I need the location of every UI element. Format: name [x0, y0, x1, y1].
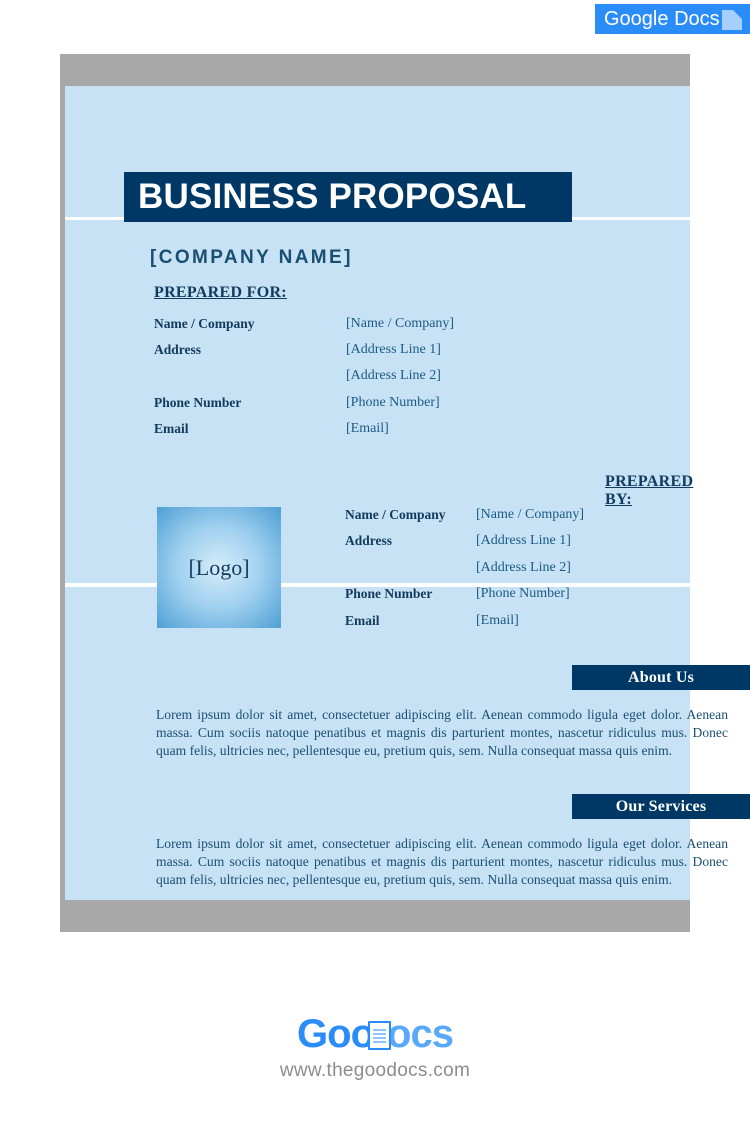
prepared-by-row: Email [Email]	[345, 613, 584, 639]
prepared-by-row: [Address Line 2]	[345, 560, 584, 586]
goodocs-logo-part-one: Goo	[297, 1012, 375, 1056]
prepared-for-row: [Address Line 2]	[154, 368, 454, 394]
page-title: BUSINESS PROPOSAL	[138, 177, 527, 216]
bottom-gray-band	[60, 900, 690, 932]
field-label: Name / Company	[154, 316, 255, 331]
google-docs-badge-google: Google	[604, 7, 669, 30]
section-header-about-us: About Us	[572, 665, 750, 690]
prepared-by-row: Address [Address Line 1]	[345, 533, 584, 559]
field-label: Name / Company	[345, 507, 446, 522]
field-label: Phone Number	[154, 394, 242, 410]
field-value[interactable]: [Address Line 2]	[346, 368, 441, 394]
section-title: About Us	[627, 668, 695, 686]
field-label	[345, 560, 476, 586]
prepared-for-row: Phone Number [Phone Number]	[154, 395, 454, 421]
prepared-for-row: Email [Email]	[154, 421, 454, 447]
prepared-by-row: Name / Company [Name / Company]	[345, 507, 584, 533]
field-label: Address	[154, 342, 202, 358]
goodocs-logo: Goo ocs	[297, 1010, 454, 1058]
section-title: Our Services	[615, 797, 707, 815]
prepared-for-fields: Name / Company [Name / Company] Address …	[154, 316, 454, 447]
field-value[interactable]: [Name / Company]	[476, 507, 584, 533]
field-label	[154, 368, 346, 394]
google-docs-badge-label: Google Docs	[604, 8, 720, 31]
google-docs-badge: Google Docs	[595, 4, 750, 34]
goodocs-logo-part-two: ocs	[387, 1012, 454, 1056]
page-fold-icon	[722, 10, 742, 30]
field-value[interactable]: [Name / Company]	[346, 316, 454, 342]
field-value[interactable]: [Email]	[476, 613, 519, 639]
document-title-bar: BUSINESS PROPOSAL	[124, 172, 572, 222]
prepared-for-row: Address [Address Line 1]	[154, 342, 454, 368]
section-header-our-services: Our Services	[572, 794, 750, 819]
logo-placeholder-label: [Logo]	[188, 554, 250, 580]
prepared-by-row: Phone Number [Phone Number]	[345, 586, 584, 612]
logo-placeholder-box[interactable]: [Logo]	[157, 507, 281, 628]
top-gray-band	[60, 54, 690, 86]
section-body-our-services[interactable]: Lorem ipsum dolor sit amet, consectetuer…	[156, 835, 728, 888]
field-label: Address	[345, 533, 393, 549]
goodocs-watermark: Goo ocs www.thegoodocs.com	[0, 1010, 750, 1082]
document-icon	[368, 1021, 392, 1050]
field-label: Email	[154, 420, 189, 436]
field-value[interactable]: [Phone Number]	[346, 395, 440, 421]
field-value[interactable]: [Phone Number]	[476, 586, 570, 612]
field-label: Phone Number	[345, 586, 433, 602]
prepared-for-heading: PREPARED FOR:	[154, 284, 287, 301]
field-label: Email	[345, 612, 380, 628]
field-value[interactable]: [Address Line 1]	[346, 342, 441, 368]
goodocs-url[interactable]: www.thegoodocs.com	[0, 1060, 750, 1082]
google-docs-badge-docs: Docs	[674, 7, 720, 30]
field-value[interactable]: [Email]	[346, 421, 389, 447]
prepared-by-heading: PREPARED BY:	[605, 473, 694, 508]
prepared-for-row: Name / Company [Name / Company]	[154, 316, 454, 342]
field-value[interactable]: [Address Line 2]	[476, 560, 571, 586]
company-name-placeholder[interactable]: [COMPANY NAME]	[150, 247, 353, 269]
field-value[interactable]: [Address Line 1]	[476, 533, 571, 559]
prepared-by-fields: Name / Company [Name / Company] Address …	[345, 507, 584, 639]
document-page: BUSINESS PROPOSAL [COMPANY NAME] PREPARE…	[60, 54, 750, 932]
section-body-about-us[interactable]: Lorem ipsum dolor sit amet, consectetuer…	[156, 706, 728, 759]
